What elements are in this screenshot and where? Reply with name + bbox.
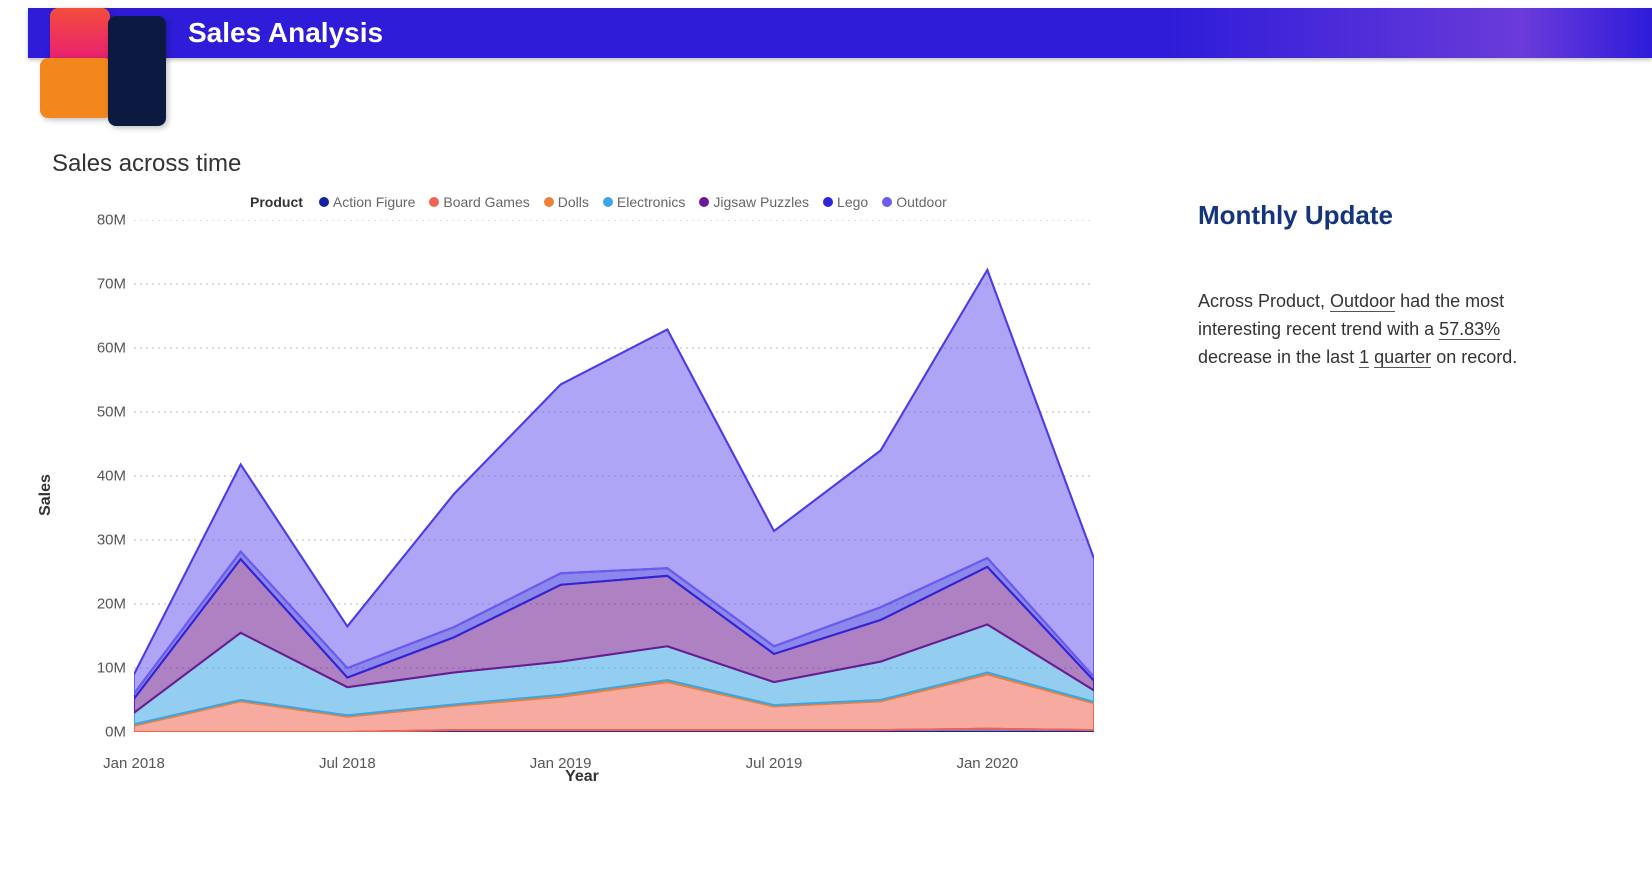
legend-text: Action Figure: [333, 194, 415, 210]
legend-text: Dolls: [558, 194, 589, 210]
chart-plot[interactable]: [134, 220, 1094, 732]
x-tick: Jul 2019: [746, 755, 803, 772]
x-tick: Jan 2018: [103, 755, 165, 772]
insight-body: Across Product, Outdoor had the most int…: [1198, 287, 1518, 371]
legend-label: Product: [250, 194, 303, 210]
x-tick: Jan 2019: [530, 755, 592, 772]
legend-text: Outdoor: [896, 194, 947, 210]
legend-item[interactable]: Board Games: [429, 194, 529, 210]
t: decrease in the last: [1198, 347, 1359, 367]
y-tick: 70M: [76, 276, 126, 293]
x-tick: Jul 2018: [319, 755, 376, 772]
legend-text: Electronics: [617, 194, 685, 210]
logo-block-orange: [40, 58, 112, 118]
insight-unit[interactable]: quarter: [1374, 347, 1431, 368]
chart-title: Sales across time: [52, 150, 241, 178]
legend-text: Lego: [837, 194, 868, 210]
y-tick: 50M: [76, 404, 126, 421]
y-tick: 10M: [76, 660, 126, 677]
legend-swatch-icon: [603, 197, 613, 207]
legend-swatch-icon: [823, 197, 833, 207]
legend-text: Jigsaw Puzzles: [713, 194, 809, 210]
insight-percent[interactable]: 57.83%: [1439, 319, 1500, 340]
legend-swatch-icon: [429, 197, 439, 207]
t: on record.: [1431, 347, 1517, 367]
legend-item[interactable]: Lego: [823, 194, 868, 210]
legend-item[interactable]: Outdoor: [882, 194, 947, 210]
legend-item[interactable]: Jigsaw Puzzles: [699, 194, 809, 210]
legend-swatch-icon: [544, 197, 554, 207]
insight-title: Monthly Update: [1198, 200, 1518, 231]
y-tick: 80M: [76, 212, 126, 229]
t: Across Product,: [1198, 291, 1330, 311]
legend-swatch-icon: [882, 197, 892, 207]
y-tick: 60M: [76, 340, 126, 357]
legend-swatch-icon: [319, 197, 329, 207]
insight-product[interactable]: Outdoor: [1330, 291, 1395, 312]
chart-area[interactable]: Sales Year 0M10M20M30M40M50M60M70M80MJan…: [52, 210, 1112, 780]
app-logo: [40, 8, 170, 123]
insight-count[interactable]: 1: [1359, 347, 1369, 368]
y-axis-label: Sales: [37, 474, 55, 516]
legend-item[interactable]: Dolls: [544, 194, 589, 210]
legend-item[interactable]: Electronics: [603, 194, 685, 210]
legend-item[interactable]: Action Figure: [319, 194, 415, 210]
y-tick: 0M: [76, 724, 126, 741]
legend-text: Board Games: [443, 194, 529, 210]
page-title: Sales Analysis: [188, 17, 383, 49]
x-tick: Jan 2020: [956, 755, 1018, 772]
y-tick: 40M: [76, 468, 126, 485]
chart-legend: Product Action Figure Board Games Dolls Ele…: [250, 194, 947, 210]
y-tick: 30M: [76, 532, 126, 549]
y-tick: 20M: [76, 596, 126, 613]
logo-block-navy: [108, 16, 166, 126]
insight-panel: Monthly Update Across Product, Outdoor h…: [1198, 200, 1518, 371]
legend-swatch-icon: [699, 197, 709, 207]
header-bar: Sales Analysis: [28, 8, 1652, 58]
